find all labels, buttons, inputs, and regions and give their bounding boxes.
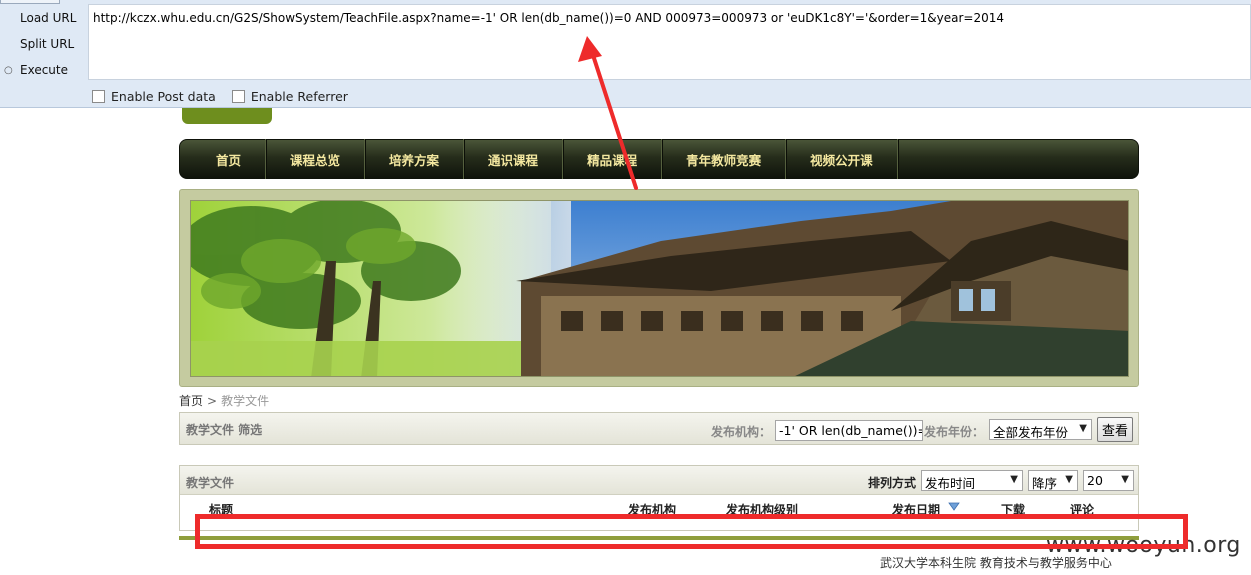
sort-field-select[interactable]: 发布时间 ▼ <box>921 470 1023 491</box>
filter-bar: 教学文件 筛选 发布机构： -1' OR len(db_name())=0 AN… <box>179 412 1139 445</box>
load-url-label: Load URL <box>20 11 77 25</box>
breadcrumb-home-link[interactable]: 首页 <box>179 394 203 408</box>
year-select-value: 全部发布年份 <box>993 425 1069 440</box>
view-button[interactable]: 查看 <box>1097 417 1133 442</box>
chevron-down-icon: ▼ <box>1121 474 1129 485</box>
nav-item-young-teacher-contest[interactable]: 青年教师竞赛 <box>662 139 787 179</box>
hackbar-options: Enable Post data Enable Referrer <box>92 86 364 106</box>
file-list-title: 教学文件 <box>186 476 235 490</box>
site-logo[interactable] <box>182 108 272 124</box>
page-size-value: 20 <box>1087 473 1103 488</box>
chevron-down-icon: ▼ <box>1010 474 1018 485</box>
nav-item-training-plan[interactable]: 培养方案 <box>365 139 465 179</box>
load-url-button[interactable]: Load URL <box>0 6 88 30</box>
split-url-label: Split URL <box>20 37 75 51</box>
enable-post-data-checkbox[interactable]: Enable Post data <box>92 89 216 104</box>
nav-item-home[interactable]: 首页 <box>192 139 267 179</box>
org-filter-input[interactable]: -1' OR len(db_name())=0 AND 000973=00097… <box>775 420 923 441</box>
filter-title: 教学文件 筛选 <box>186 423 263 437</box>
enable-referrer-checkbox[interactable]: Enable Referrer <box>231 88 348 104</box>
annotation-highlight-box <box>195 514 1188 549</box>
nav-item-open-video-courses[interactable]: 视频公开课 <box>786 139 898 179</box>
banner-image <box>190 200 1129 377</box>
enable-referrer-label: Enable Referrer <box>250 88 348 104</box>
checkbox-box[interactable] <box>231 89 245 103</box>
split-url-button[interactable]: Split URL <box>0 32 88 56</box>
execute-label: Execute <box>20 63 68 77</box>
enable-post-data-label: Enable Post data <box>111 88 216 104</box>
url-textarea[interactable]: http://kczx.whu.edu.cn/G2S/ShowSystem/Te… <box>88 4 1251 80</box>
execute-button[interactable]: ○ Execute <box>0 58 88 82</box>
sort-label: 排列方式 <box>868 476 917 490</box>
chevron-down-icon: ▼ <box>1079 423 1087 434</box>
chevron-down-icon: ▼ <box>1065 474 1073 485</box>
year-select[interactable]: 全部发布年份 ▼ <box>989 419 1092 440</box>
sort-field-value: 发布时间 <box>925 476 976 491</box>
breadcrumb-current: 教学文件 <box>221 394 270 408</box>
breadcrumb-separator: > <box>207 394 218 408</box>
nav-item-general-courses[interactable]: 通识课程 <box>464 139 564 179</box>
sort-descending-icon[interactable] <box>948 502 960 512</box>
page-size-select[interactable]: 20 ▼ <box>1083 470 1134 491</box>
banner-illustration <box>191 201 1128 376</box>
hackbar-top-button-stub[interactable] <box>0 0 60 4</box>
annotation-arrow <box>578 36 638 190</box>
org-filter-label: 发布机构： <box>711 425 772 439</box>
execute-icon: ○ <box>4 64 13 76</box>
checkbox-box[interactable] <box>92 89 105 103</box>
sort-order-value: 降序 <box>1032 476 1058 491</box>
file-list-header: 教学文件 排列方式 发布时间 ▼ 降序 ▼ 20 ▼ <box>180 466 1138 495</box>
banner-frame <box>179 189 1139 387</box>
nav-item-course-overview[interactable]: 课程总览 <box>266 139 366 179</box>
breadcrumb: 首页 > 教学文件 <box>179 392 269 409</box>
year-filter-label: 发布年份： <box>924 425 985 439</box>
sort-order-select[interactable]: 降序 ▼ <box>1028 470 1078 491</box>
